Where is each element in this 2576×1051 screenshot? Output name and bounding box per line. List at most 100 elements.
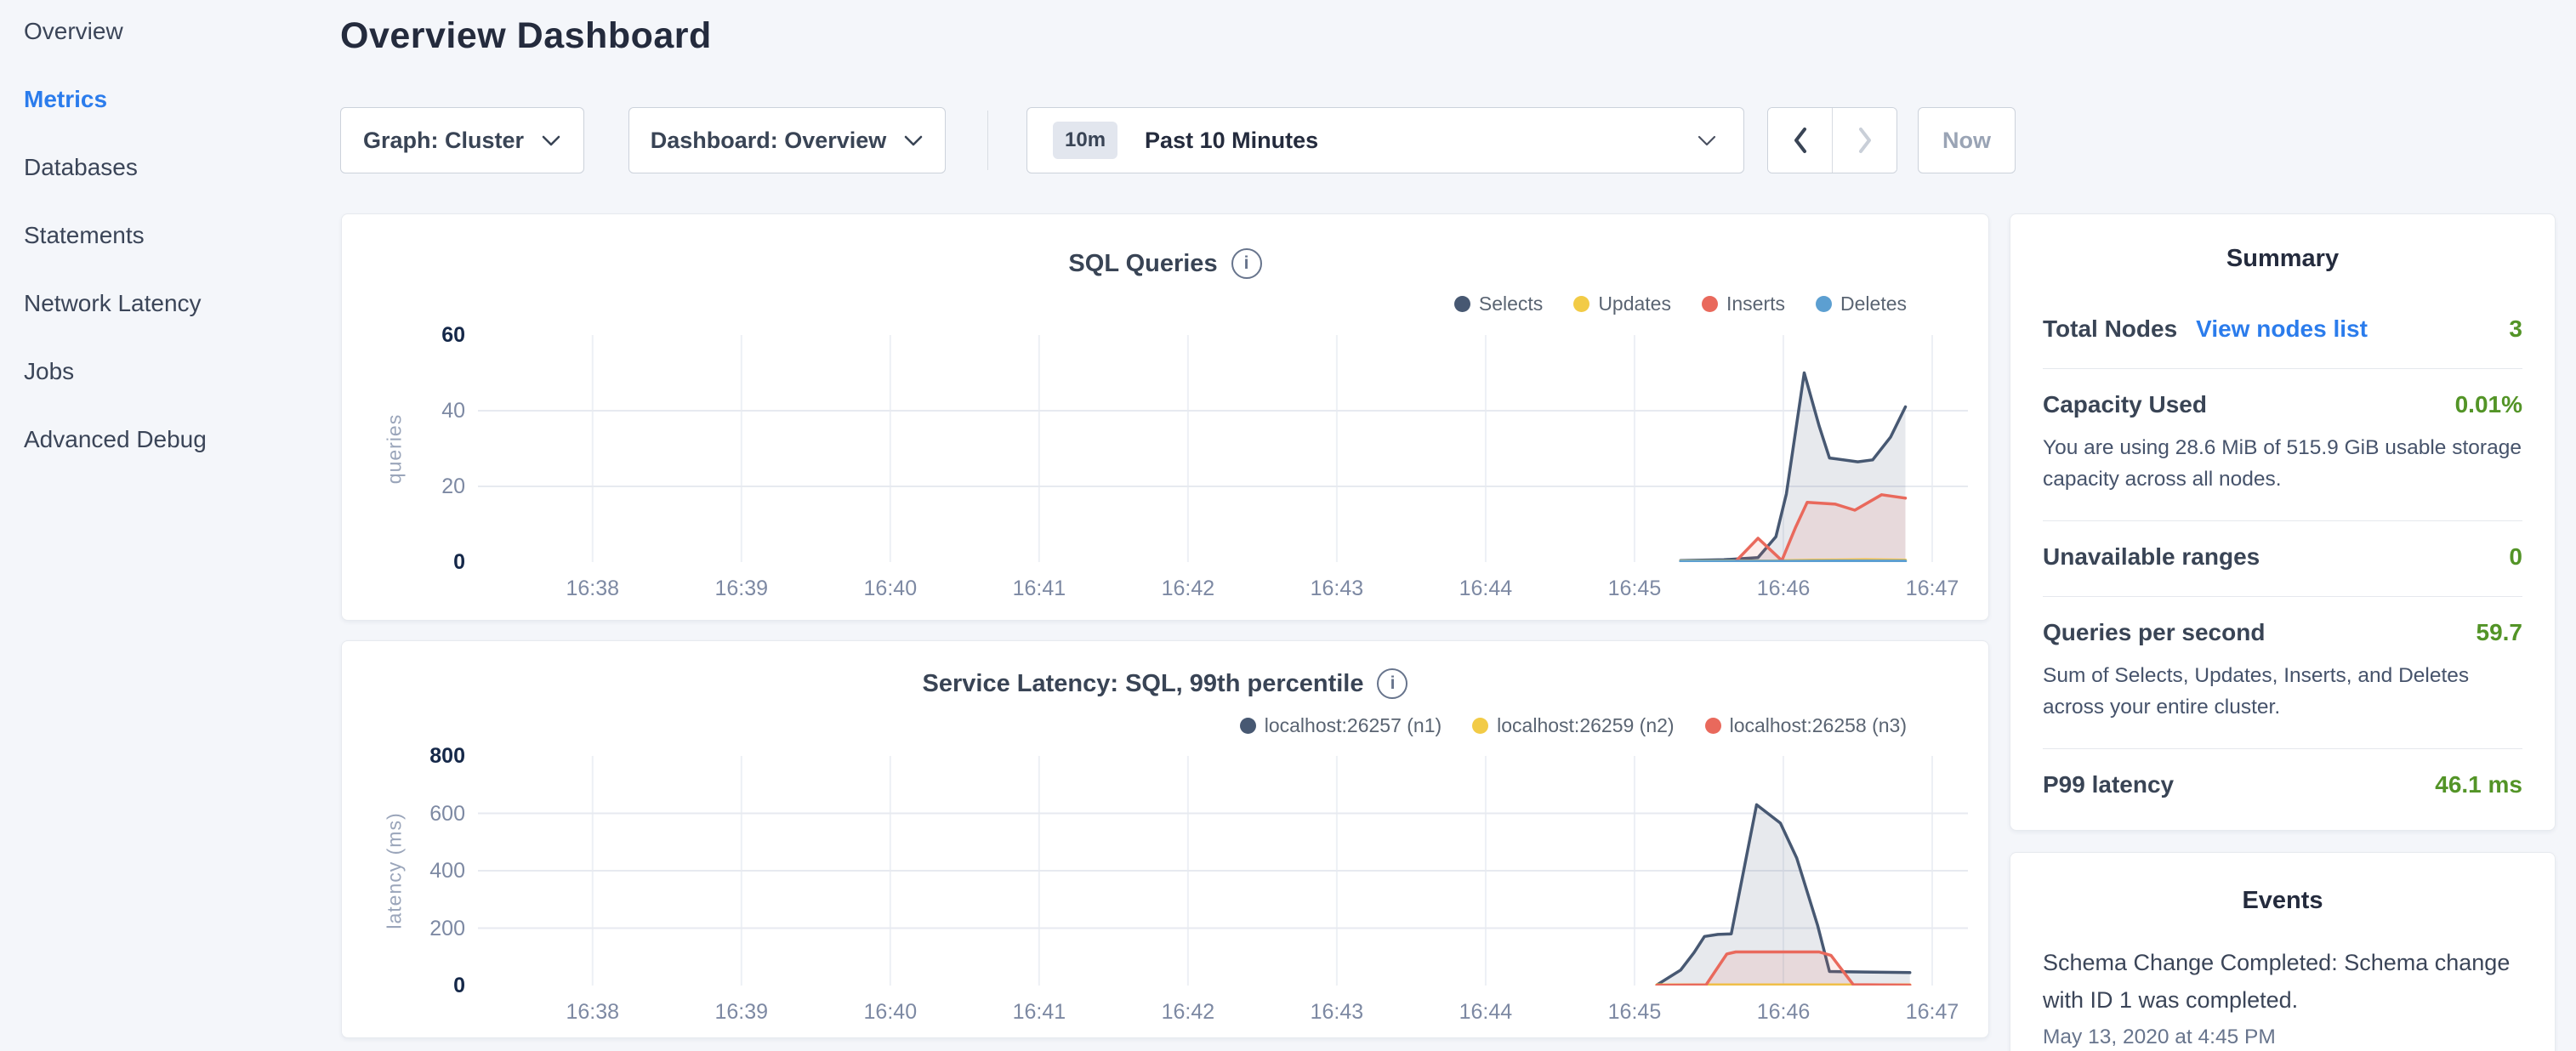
sidebar-item-databases[interactable]: Databases: [24, 155, 330, 180]
events-panel: Events Schema Change Completed: Schema c…: [2010, 852, 2556, 1051]
chevron-down-icon: [903, 134, 924, 147]
x-tick-label: 16:41: [984, 999, 1095, 1025]
sidebar-item-overview[interactable]: Overview: [24, 19, 330, 44]
legend-item: Deletes: [1816, 293, 1907, 315]
time-range-label: Past 10 Minutes: [1145, 128, 1318, 154]
x-tick-label: 16:45: [1579, 999, 1690, 1025]
x-tick-label: 16:42: [1133, 999, 1243, 1025]
x-tick-label: 16:43: [1282, 576, 1392, 601]
info-icon[interactable]: i: [1377, 668, 1407, 699]
summary-row: Queries per second 59.7 Sum of Selects, Up…: [2043, 596, 2522, 748]
y-tick-label: 20: [372, 473, 465, 500]
now-button[interactable]: Now: [1918, 107, 2016, 173]
sidebar: Overview Metrics Databases Statements Networ…: [24, 19, 330, 495]
legend-dot-icon: [1472, 718, 1488, 734]
x-tick-label: 16:40: [835, 999, 946, 1025]
event-message: Schema Change Completed: Schema change w…: [2043, 944, 2522, 1019]
legend-label: Updates: [1598, 293, 1671, 315]
legend-label: Inserts: [1726, 293, 1785, 315]
chart-plot[interactable]: [478, 756, 1968, 986]
summary-row-label: Queries per second: [2043, 619, 2265, 646]
sidebar-item-network-latency[interactable]: Network Latency: [24, 291, 330, 316]
page-title: Overview Dashboard: [340, 15, 712, 57]
chart-title: Service Latency: SQL, 99th percentile: [923, 670, 1364, 698]
summary-row: P99 latency46.1 ms: [2043, 748, 2522, 824]
x-tick-label: 16:42: [1133, 576, 1243, 601]
y-tick-label: 0: [372, 972, 465, 999]
service-latency-chart-card: Service Latency: SQL, 99th percentile i …: [341, 640, 1989, 1038]
chart-title: SQL Queries: [1068, 250, 1217, 278]
time-range-dropdown[interactable]: 10m Past 10 Minutes: [1026, 107, 1744, 173]
y-tick-label: 200: [372, 915, 465, 942]
legend-dot-icon: [1573, 296, 1589, 312]
chart-legend: localhost:26257 (n1) localhost:26259 (n2)…: [1240, 714, 1907, 737]
x-tick-label: 16:39: [686, 999, 797, 1025]
time-nav-group: [1767, 107, 1897, 173]
legend-label: localhost:26258 (n3): [1730, 714, 1907, 737]
summary-row: Capacity Used0.01%You are using 28.6 MiB…: [2043, 368, 2522, 520]
legend-dot-icon: [1240, 718, 1256, 734]
x-tick-label: 16:43: [1282, 999, 1392, 1025]
sidebar-item-statements[interactable]: Statements: [24, 223, 330, 248]
x-tick-label: 16:44: [1430, 576, 1541, 601]
dashboard-dropdown[interactable]: Dashboard: Overview: [628, 107, 946, 173]
summary-row-description: Sum of Selects, Updates, Inserts, and De…: [2043, 660, 2522, 723]
chart-title-row: Service Latency: SQL, 99th percentile i: [342, 668, 1988, 699]
chevron-right-icon: [1856, 126, 1874, 155]
summary-row-value: 59.7: [2476, 619, 2523, 646]
legend-dot-icon: [1702, 296, 1718, 312]
y-tick-label: 600: [372, 800, 465, 827]
summary-row-description: You are using 28.6 MiB of 515.9 GiB usab…: [2043, 432, 2522, 495]
x-tick-label: 16:41: [984, 576, 1095, 601]
sql-queries-chart-card: SQL Queries i Selects Updates Inserts Delet…: [341, 213, 1989, 621]
legend-item: Selects: [1454, 293, 1543, 315]
y-tick-label: 800: [372, 742, 465, 770]
x-tick-label: 16:47: [1877, 999, 1987, 1025]
legend-item: Inserts: [1702, 293, 1785, 315]
x-tick-label: 16:47: [1877, 576, 1987, 601]
chart-legend: Selects Updates Inserts Deletes: [1454, 293, 1907, 315]
chart-plot[interactable]: [478, 335, 1968, 562]
graph-dropdown-label: Graph: Cluster: [363, 128, 524, 154]
summary-row-label: Unavailable ranges: [2043, 543, 2260, 571]
controls-row: Graph: Cluster Dashboard: Overview 10m P…: [340, 107, 2016, 173]
legend-label: Deletes: [1840, 293, 1907, 315]
summary-row: Total NodesView nodes list3: [2043, 293, 2522, 368]
event-timestamp: May 13, 2020 at 4:45 PM: [2043, 1025, 2522, 1049]
x-tick-label: 16:38: [537, 999, 648, 1025]
x-tick-label: 16:40: [835, 576, 946, 601]
time-back-button[interactable]: [1768, 108, 1833, 173]
summary-row: Unavailable ranges0: [2043, 520, 2522, 596]
summary-row-label: P99 latency: [2043, 771, 2174, 798]
legend-label: localhost:26259 (n2): [1497, 714, 1674, 737]
legend-item: localhost:26259 (n2): [1472, 714, 1674, 737]
legend-dot-icon: [1816, 296, 1832, 312]
summary-row-value: 0.01%: [2455, 391, 2522, 418]
graph-dropdown[interactable]: Graph: Cluster: [340, 107, 584, 173]
x-tick-label: 16:44: [1430, 999, 1541, 1025]
y-tick-label: 40: [372, 397, 465, 424]
sidebar-item-jobs[interactable]: Jobs: [24, 359, 330, 384]
sidebar-item-metrics[interactable]: Metrics: [24, 87, 330, 112]
y-tick-label: 400: [372, 857, 465, 884]
legend-item: Updates: [1573, 293, 1671, 315]
x-tick-label: 16:38: [537, 576, 648, 601]
view-nodes-link[interactable]: View nodes list: [2196, 315, 2368, 343]
y-tick-label: 0: [372, 548, 465, 576]
summary-title: Summary: [2043, 245, 2522, 273]
legend-dot-icon: [1454, 296, 1470, 312]
info-icon[interactable]: i: [1231, 248, 1262, 279]
event-item[interactable]: Schema Change Completed: Schema change w…: [2043, 944, 2522, 1049]
summary-row-label: Total Nodes: [2043, 315, 2177, 343]
x-tick-label: 16:46: [1728, 999, 1839, 1025]
legend-label: localhost:26257 (n1): [1265, 714, 1442, 737]
chevron-left-icon: [1791, 126, 1810, 155]
sidebar-item-advanced-debug[interactable]: Advanced Debug: [24, 427, 330, 452]
chart-title-row: SQL Queries i: [342, 248, 1988, 279]
time-range-badge: 10m: [1053, 122, 1117, 159]
time-forward-button[interactable]: [1833, 108, 1896, 173]
dashboard-dropdown-label: Dashboard: Overview: [651, 128, 887, 154]
x-tick-label: 16:46: [1728, 576, 1839, 601]
chevron-down-icon: [541, 134, 561, 147]
x-tick-label: 16:45: [1579, 576, 1690, 601]
